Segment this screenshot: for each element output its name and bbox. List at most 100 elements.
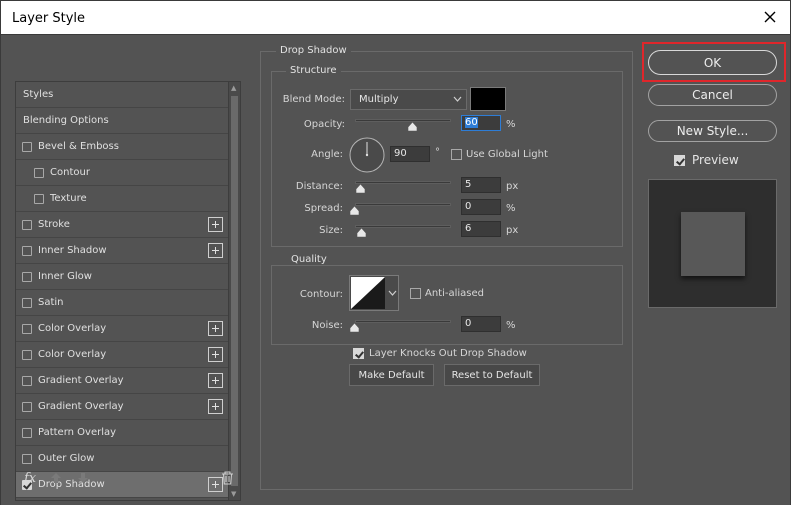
- distance-input[interactable]: 5: [461, 177, 501, 193]
- style-item-inner-glow[interactable]: Inner Glow: [16, 264, 229, 290]
- style-item-stroke[interactable]: Stroke: [16, 212, 229, 238]
- size-input[interactable]: 6: [461, 221, 501, 237]
- spread-label: Spread:: [304, 203, 343, 214]
- distance-label: Distance:: [295, 181, 343, 192]
- add-style-plus-icon[interactable]: [208, 321, 223, 336]
- style-item-checkbox[interactable]: [22, 401, 32, 412]
- scroll-up-icon[interactable]: ▲: [231, 84, 236, 92]
- distance-unit: px: [506, 181, 519, 192]
- style-item-satin[interactable]: Satin: [16, 290, 229, 316]
- make-default-button[interactable]: Make Default: [349, 364, 434, 386]
- reset-to-default-button[interactable]: Reset to Default: [444, 364, 540, 386]
- move-down-icon[interactable]: [77, 472, 89, 484]
- blend-mode-select[interactable]: Multiply: [350, 89, 467, 110]
- style-item-label: Bevel & Emboss: [38, 141, 119, 152]
- style-item-bevel-emboss[interactable]: Bevel & Emboss: [16, 134, 229, 160]
- close-icon[interactable]: [762, 9, 778, 25]
- distance-value: 5: [465, 179, 472, 190]
- preview-label: Preview: [692, 153, 739, 167]
- style-item-checkbox[interactable]: [22, 375, 32, 386]
- fx-icon[interactable]: fx: [24, 471, 36, 486]
- style-item-gradient-overlay[interactable]: Gradient Overlay: [16, 394, 229, 420]
- contour-picker[interactable]: [349, 275, 399, 311]
- opacity-label: Opacity:: [303, 119, 345, 130]
- distance-slider-track[interactable]: [355, 181, 451, 184]
- angle-unit: °: [435, 147, 440, 158]
- style-item-checkbox[interactable]: [34, 193, 44, 204]
- layer-knocks-out-checkbox[interactable]: [353, 348, 364, 359]
- anti-aliased-checkbox[interactable]: [410, 288, 421, 299]
- distance-slider-thumb[interactable]: [356, 184, 365, 193]
- style-item-label: Blending Options: [23, 115, 109, 126]
- quality-title: Quality: [287, 254, 331, 265]
- style-item-checkbox[interactable]: [22, 245, 32, 256]
- use-global-light-checkbox[interactable]: [451, 149, 462, 160]
- style-item-blending-options[interactable]: Blending Options: [16, 108, 229, 134]
- style-item-color-overlay[interactable]: Color Overlay: [16, 316, 229, 342]
- style-item-pattern-overlay[interactable]: Pattern Overlay: [16, 420, 229, 446]
- style-item-label: Outer Glow: [38, 453, 95, 464]
- add-style-plus-icon[interactable]: [208, 399, 223, 414]
- add-style-plus-icon[interactable]: [208, 373, 223, 388]
- spread-slider-thumb[interactable]: [350, 206, 359, 215]
- noise-value: 0: [465, 318, 472, 329]
- style-item-styles[interactable]: Styles: [16, 82, 229, 108]
- style-item-contour[interactable]: Contour: [16, 160, 229, 186]
- style-item-checkbox[interactable]: [34, 167, 44, 178]
- use-global-light-label: Use Global Light: [466, 149, 548, 160]
- contour-chevron-down-icon: [388, 290, 397, 296]
- shadow-color-swatch[interactable]: [470, 87, 506, 111]
- style-item-checkbox[interactable]: [22, 271, 32, 282]
- preview-thumbnail: [648, 179, 777, 308]
- style-item-color-overlay[interactable]: Color Overlay: [16, 342, 229, 368]
- preview-checkbox[interactable]: [674, 155, 685, 166]
- style-item-label: Gradient Overlay: [38, 375, 124, 386]
- add-style-plus-icon[interactable]: [208, 243, 223, 258]
- style-item-checkbox[interactable]: [22, 349, 32, 360]
- structure-title: Structure: [286, 65, 341, 76]
- style-item-label: Contour: [50, 167, 90, 178]
- opacity-slider-thumb[interactable]: [408, 122, 417, 131]
- size-slider-track[interactable]: [355, 225, 451, 228]
- style-item-checkbox[interactable]: [22, 297, 32, 308]
- angle-dial[interactable]: [349, 137, 385, 173]
- style-item-label: Inner Shadow: [38, 245, 107, 256]
- opacity-input[interactable]: 60: [461, 115, 501, 131]
- cancel-button[interactable]: Cancel: [648, 84, 777, 106]
- blend-mode-label: Blend Mode:: [282, 94, 345, 105]
- contour-preview-icon: [351, 277, 385, 309]
- style-item-label: Satin: [38, 297, 64, 308]
- style-item-checkbox[interactable]: [22, 427, 32, 438]
- anti-aliased-label: Anti-aliased: [425, 288, 485, 299]
- style-item-label: Stroke: [38, 219, 70, 230]
- new-style-button[interactable]: New Style...: [648, 120, 777, 142]
- layer-knocks-out-label: Layer Knocks Out Drop Shadow: [369, 348, 527, 359]
- style-item-inner-shadow[interactable]: Inner Shadow: [16, 238, 229, 264]
- style-item-checkbox[interactable]: [22, 141, 32, 152]
- move-up-icon[interactable]: [50, 472, 62, 484]
- style-item-texture[interactable]: Texture: [16, 186, 229, 212]
- styles-list-footer: fx: [15, 468, 241, 492]
- style-item-label: Color Overlay: [38, 349, 107, 360]
- add-style-plus-icon[interactable]: [208, 217, 223, 232]
- style-item-gradient-overlay[interactable]: Gradient Overlay: [16, 368, 229, 394]
- ok-button[interactable]: OK: [648, 50, 777, 75]
- noise-slider-track[interactable]: [355, 320, 451, 323]
- spread-slider-track[interactable]: [355, 203, 451, 206]
- scroll-thumb[interactable]: [231, 96, 238, 486]
- noise-input[interactable]: 0: [461, 316, 501, 332]
- trash-icon[interactable]: [221, 471, 234, 485]
- opacity-slider-track[interactable]: [355, 119, 451, 122]
- style-item-label: Styles: [23, 89, 54, 100]
- style-item-checkbox[interactable]: [22, 323, 32, 334]
- preview-swatch: [681, 212, 745, 276]
- spread-input[interactable]: 0: [461, 199, 501, 215]
- add-style-plus-icon[interactable]: [208, 347, 223, 362]
- styles-list-scrollbar[interactable]: ▲ ▼: [228, 82, 240, 500]
- style-item-checkbox[interactable]: [22, 219, 32, 230]
- size-slider-thumb[interactable]: [357, 228, 366, 237]
- style-item-checkbox[interactable]: [22, 453, 32, 464]
- angle-input[interactable]: 90: [390, 146, 430, 162]
- noise-slider-thumb[interactable]: [350, 323, 359, 332]
- angle-label: Angle:: [311, 149, 343, 160]
